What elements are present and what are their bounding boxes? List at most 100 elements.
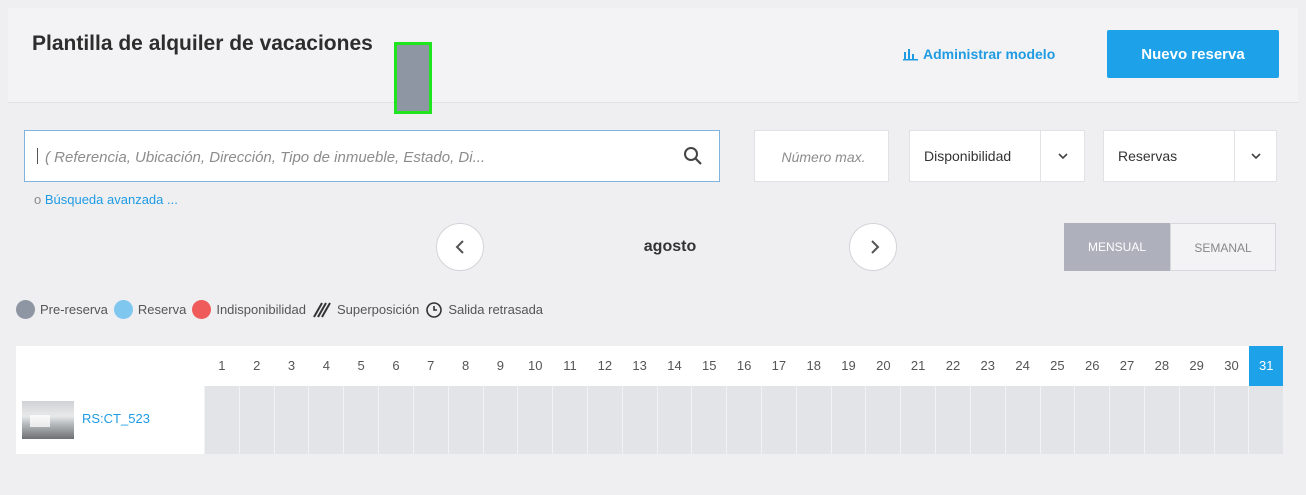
day-cell-1[interactable]	[204, 386, 239, 454]
page-header: Plantilla de alquiler de vacaciones Admi…	[8, 8, 1298, 103]
day-cell-4[interactable]	[308, 386, 344, 454]
clock-icon	[426, 301, 443, 318]
day-header-18: 18	[795, 346, 831, 386]
bookings-select[interactable]: Reservas	[1103, 130, 1277, 182]
calendar-header-row: 1 2 3 4 5 6 7 8 9 10 11 12 13 14 15 16 17 18 19 20 21 22 23 24 2…	[16, 346, 1284, 386]
monthly-view-button[interactable]: MENSUAL	[1064, 223, 1170, 271]
legend-label: Pre-reserva	[40, 302, 108, 317]
legend-label: Reserva	[137, 302, 187, 317]
day-cell-24[interactable]	[1004, 386, 1040, 454]
day-cell-19[interactable]	[830, 386, 866, 454]
day-header-8: 8	[447, 346, 483, 386]
calendar-header-corner	[16, 346, 204, 386]
day-cell-31[interactable]	[1248, 386, 1284, 454]
search-field[interactable]	[24, 130, 720, 183]
bookings-select-label: Reservas	[1118, 148, 1178, 164]
day-header-5: 5	[343, 346, 379, 386]
day-header-29: 29	[1178, 346, 1214, 386]
max-number-field[interactable]	[754, 130, 892, 183]
day-header-9: 9	[482, 346, 518, 386]
day-header-28: 28	[1143, 346, 1179, 386]
day-cell-7[interactable]	[412, 386, 448, 454]
day-cell-5[interactable]	[343, 386, 379, 454]
day-cell-11[interactable]	[552, 386, 587, 454]
day-header-15: 15	[691, 346, 727, 386]
hatch-icon	[313, 302, 331, 317]
day-header-19: 19	[830, 346, 866, 386]
day-header-20: 20	[865, 346, 901, 386]
legend-item-unavailability: Indisponibilidad	[192, 300, 306, 319]
availability-select-label: Disponibilidad	[924, 148, 1012, 164]
advanced-search: o Búsqueda avanzada ...	[34, 192, 178, 207]
search-input[interactable]	[43, 131, 677, 183]
day-cell-3[interactable]	[273, 386, 309, 454]
day-header-16: 16	[726, 346, 761, 386]
admin-model-link[interactable]: Administrar modelo	[903, 46, 1055, 62]
day-cell-12[interactable]	[586, 386, 622, 454]
day-cell-25[interactable]	[1039, 386, 1075, 454]
day-cell-16[interactable]	[726, 386, 761, 454]
day-header-27: 27	[1109, 346, 1144, 386]
legend-item-booking: Reserva	[113, 300, 187, 319]
select-divider	[1040, 131, 1041, 181]
day-header-22: 22	[935, 346, 970, 386]
day-header-24: 24	[1004, 346, 1040, 386]
day-cell-13[interactable]	[621, 386, 657, 454]
advanced-search-link[interactable]: Búsqueda avanzada ...	[45, 192, 178, 207]
day-cell-8[interactable]	[447, 386, 483, 454]
day-header-21: 21	[900, 346, 936, 386]
max-number-input[interactable]	[755, 131, 892, 183]
page-title: Plantilla de alquiler de vacaciones	[32, 32, 373, 55]
day-cell-21[interactable]	[900, 386, 936, 454]
text-cursor	[37, 148, 38, 164]
prebooking-block[interactable]	[394, 42, 432, 114]
property-reference-link[interactable]: RS:CT_523	[82, 411, 150, 426]
day-header-1: 1	[204, 346, 239, 386]
day-header-3: 3	[273, 346, 309, 386]
legend: Pre-reserva Reserva Indisponibilidad Sup…	[16, 300, 549, 319]
prebooking-dot-icon	[16, 300, 35, 319]
day-cell-10[interactable]	[517, 386, 553, 454]
day-header-2: 2	[238, 346, 274, 386]
calendar-property-row: RS:CT_523	[16, 386, 1284, 454]
day-cell-20[interactable]	[865, 386, 901, 454]
chevron-down-icon	[1058, 153, 1068, 160]
day-cell-17[interactable]	[761, 386, 796, 454]
day-cell-30[interactable]	[1213, 386, 1249, 454]
property-cell[interactable]: RS:CT_523	[16, 386, 204, 454]
day-cell-9[interactable]	[482, 386, 518, 454]
day-cell-26[interactable]	[1074, 386, 1110, 454]
day-header-10: 10	[517, 346, 553, 386]
current-month: agosto	[643, 238, 697, 255]
unavailability-dot-icon	[192, 300, 212, 319]
legend-item-prebooking: Pre-reserva	[16, 300, 108, 319]
search-icon[interactable]	[683, 146, 703, 166]
admin-model-label: Administrar modelo	[923, 46, 1056, 62]
next-month-button[interactable]	[849, 223, 897, 271]
day-cell-28[interactable]	[1143, 386, 1179, 454]
day-cell-18[interactable]	[795, 386, 831, 454]
chevron-left-icon	[455, 240, 464, 254]
day-cell-22[interactable]	[935, 386, 970, 454]
day-cell-15[interactable]	[691, 386, 727, 454]
view-toggle: MENSUAL SEMANAL	[1064, 223, 1276, 273]
new-booking-button[interactable]: Nuevo reserva	[1107, 30, 1279, 78]
advanced-search-prefix: o	[34, 192, 45, 207]
property-thumbnail[interactable]	[22, 401, 74, 439]
day-header-12: 12	[586, 346, 622, 386]
previous-month-button[interactable]	[436, 223, 484, 271]
day-cell-23[interactable]	[969, 386, 1005, 454]
day-cell-27[interactable]	[1109, 386, 1144, 454]
day-header-26: 26	[1074, 346, 1110, 386]
day-header-14: 14	[656, 346, 692, 386]
day-header-31: 31	[1248, 346, 1284, 386]
day-cell-29[interactable]	[1178, 386, 1214, 454]
day-header-23: 23	[969, 346, 1005, 386]
day-header-6: 6	[378, 346, 413, 386]
availability-select[interactable]: Disponibilidad	[909, 130, 1085, 182]
day-cell-14[interactable]	[656, 386, 692, 454]
chevron-right-icon	[871, 240, 880, 254]
day-cell-6[interactable]	[378, 386, 413, 454]
weekly-view-button[interactable]: SEMANAL	[1170, 223, 1276, 271]
day-cell-2[interactable]	[238, 386, 274, 454]
